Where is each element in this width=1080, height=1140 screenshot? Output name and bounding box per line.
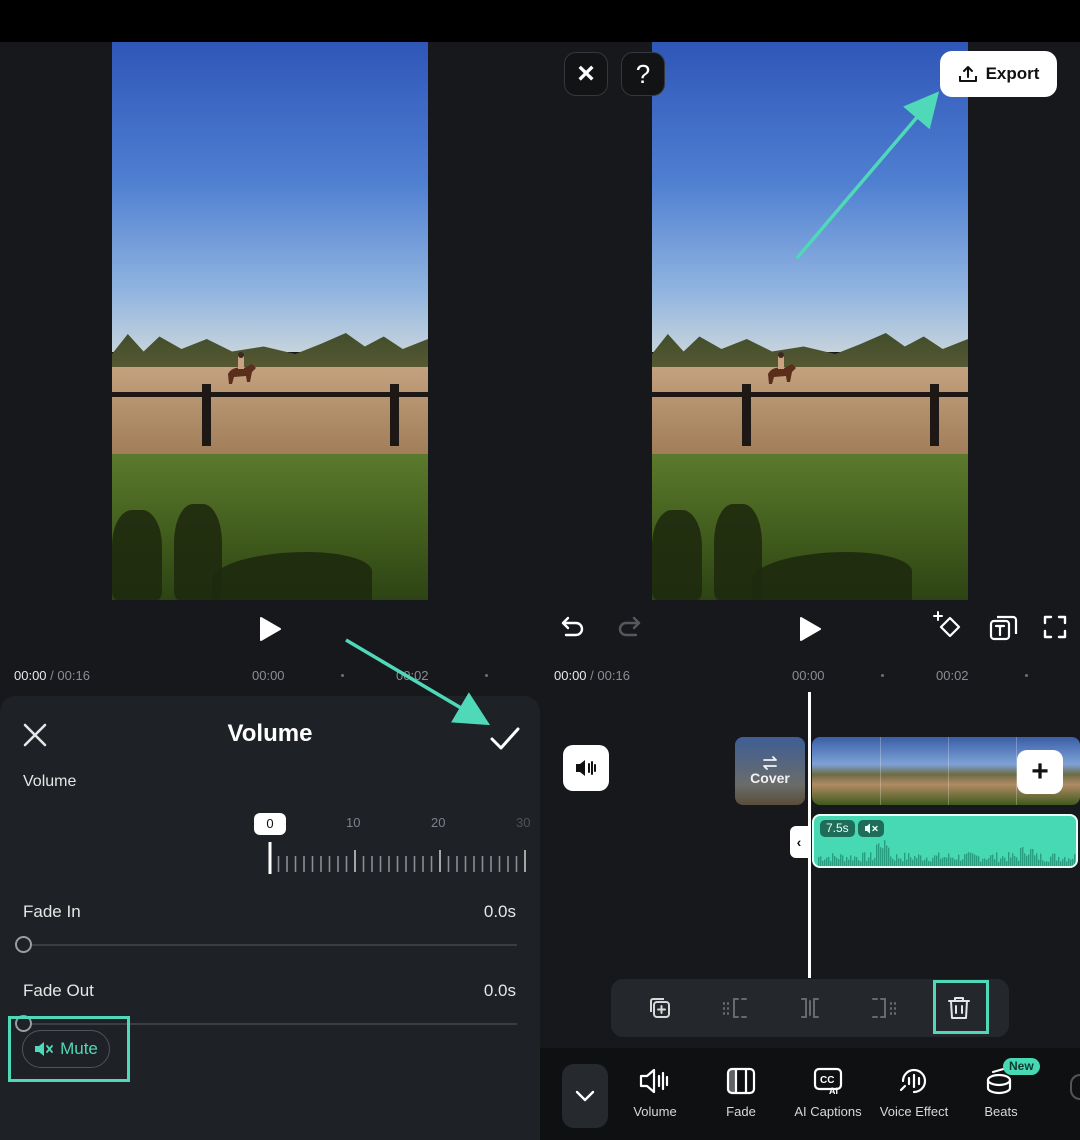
volume-editor-panel: 00:00 / 00:16 00:00 00:02 Volume Volume … xyxy=(0,42,540,1140)
audio-tools-bar: Volume Fade CC AI AI Captions Voice Effec… xyxy=(540,1048,1080,1140)
fade-icon xyxy=(726,1067,756,1095)
mute-button[interactable]: Mute xyxy=(22,1030,110,1068)
waveform xyxy=(818,840,1076,866)
keyframe-icon[interactable] xyxy=(932,610,966,642)
export-button[interactable]: Export xyxy=(940,51,1057,97)
video-preview xyxy=(652,42,968,600)
duplicate-icon xyxy=(650,998,670,1018)
subtitle-icon[interactable] xyxy=(988,614,1018,642)
help-button[interactable]: ? xyxy=(621,52,665,96)
time-mark: 00:00 xyxy=(252,668,285,683)
mute-icon xyxy=(35,1042,53,1056)
volume-scale-label: 30 xyxy=(516,815,531,830)
collapse-button[interactable] xyxy=(562,1064,608,1128)
voice-effect-icon xyxy=(899,1068,927,1094)
time-mark: 00:02 xyxy=(396,668,429,683)
help-icon: ? xyxy=(635,59,651,89)
fade-in-track xyxy=(23,944,517,946)
fade-out-value: 0.0s xyxy=(483,981,516,1000)
sheet-title: Volume xyxy=(227,720,313,747)
new-badge: New xyxy=(1003,1058,1040,1075)
svg-text:AI: AI xyxy=(829,1086,838,1096)
tool-label: Fade xyxy=(726,1104,756,1119)
more-tools-peek[interactable] xyxy=(1070,1074,1080,1100)
tool-volume[interactable]: Volume xyxy=(612,1066,698,1119)
tool-voice-effect[interactable]: Voice Effect xyxy=(871,1066,957,1119)
tool-label: Beats xyxy=(984,1104,1018,1119)
cover-button[interactable]: Cover xyxy=(735,737,805,805)
close-icon: × xyxy=(577,57,595,90)
time-mark: 00:02 xyxy=(936,668,969,683)
cover-label: Cover xyxy=(750,770,790,786)
video-preview xyxy=(112,42,428,600)
split-button xyxy=(789,987,831,1029)
editor-panel: × ? Export 00:00 / 00:16 00:00 00:02 Cov… xyxy=(540,42,1080,1140)
chevron-down-icon xyxy=(575,1090,595,1102)
trim-end-button xyxy=(864,987,906,1029)
tool-ai-captions[interactable]: CC AI AI Captions xyxy=(785,1066,871,1119)
audio-clip[interactable]: 7.5s xyxy=(812,814,1078,868)
upload-icon xyxy=(958,66,977,82)
duplicate-button[interactable] xyxy=(639,987,681,1029)
trim-end-icon xyxy=(872,998,896,1018)
redo-icon[interactable] xyxy=(616,614,642,640)
play-icon[interactable] xyxy=(258,616,282,642)
play-icon[interactable] xyxy=(798,616,822,642)
playhead[interactable] xyxy=(808,692,811,978)
fade-in-value: 0.0s xyxy=(483,902,516,921)
tool-label: Volume xyxy=(633,1104,677,1119)
fade-in-slider-knob[interactable] xyxy=(15,936,32,953)
tool-label: AI Captions xyxy=(794,1104,862,1119)
close-button[interactable]: × xyxy=(564,52,608,96)
plus-icon: + xyxy=(1031,755,1049,788)
mute-icon xyxy=(865,823,878,834)
current-time: 00:00 / 00:16 xyxy=(14,668,90,683)
volume-icon xyxy=(639,1068,669,1094)
muted-badge xyxy=(858,820,884,837)
volume-value-badge: 0 xyxy=(254,813,286,835)
audio-duration-badge: 7.5s xyxy=(820,820,855,837)
export-label: Export xyxy=(985,64,1040,83)
audio-trim-handle[interactable]: ‹ xyxy=(790,826,808,858)
split-icon xyxy=(801,998,819,1018)
tool-label: Voice Effect xyxy=(879,1104,949,1119)
clip-audio-toggle[interactable] xyxy=(563,745,609,791)
fade-out-label: Fade Out xyxy=(23,981,94,1000)
speaker-icon xyxy=(576,760,596,776)
swap-icon xyxy=(763,756,777,770)
fullscreen-icon[interactable] xyxy=(1042,614,1068,640)
delete-highlight xyxy=(933,980,989,1034)
svg-text:CC: CC xyxy=(820,1075,834,1086)
volume-label: Volume xyxy=(23,773,77,790)
tool-fade[interactable]: Fade xyxy=(698,1066,784,1119)
volume-scale-label: 20 xyxy=(431,815,446,830)
trim-start-button xyxy=(713,987,755,1029)
timecode-bar: 00:00 / 00:16 00:00 00:02 xyxy=(540,664,1080,688)
time-mark: 00:00 xyxy=(792,668,825,683)
mute-label: Mute xyxy=(60,1039,98,1058)
timecode-bar: 00:00 / 00:16 00:00 00:02 xyxy=(0,664,540,688)
trim-start-icon xyxy=(723,998,747,1018)
ai-captions-icon: CCAI xyxy=(813,1067,843,1096)
volume-ruler-slider[interactable] xyxy=(268,840,530,874)
add-clip-button[interactable]: + xyxy=(1017,750,1063,794)
status-bar xyxy=(0,0,1080,42)
confirm-check-icon[interactable] xyxy=(488,724,522,754)
volume-scale-label: 10 xyxy=(346,815,361,830)
undo-icon[interactable] xyxy=(560,614,586,640)
current-time: 00:00 / 00:16 xyxy=(554,668,630,683)
fade-in-label: Fade In xyxy=(23,902,81,921)
